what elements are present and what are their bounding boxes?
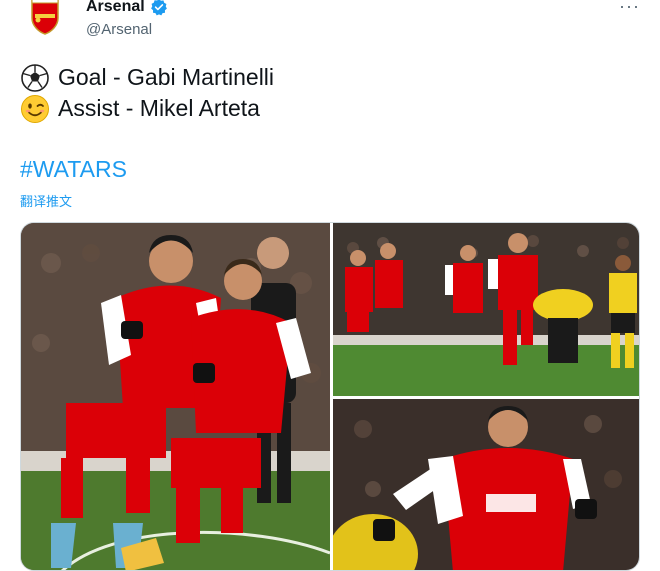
tweet: Arsenal @Arsenal ··· Goal - Gabi Martine…	[0, 0, 660, 571]
photo-celebration-pair[interactable]	[21, 223, 330, 570]
tweet-line-assist: Assist - Mikel Arteta	[20, 93, 274, 124]
tweet-line-text: Goal - Gabi Martinelli	[58, 64, 275, 90]
photo-celebration-closeup[interactable]	[333, 399, 639, 570]
media-grid	[20, 222, 640, 571]
tweet-line-goal: Goal - Gabi Martinelli	[20, 62, 274, 93]
tweet-text: Goal - Gabi Martinelli Assist - Mikel Ar…	[20, 62, 274, 124]
display-name[interactable]: Arsenal	[86, 0, 145, 16]
name-row: Arsenal	[86, 0, 168, 16]
tweet-line-text: Assist - Mikel Arteta	[58, 95, 260, 121]
hashtag-link[interactable]: #WATARS	[20, 156, 127, 183]
handle[interactable]: @Arsenal	[86, 21, 152, 38]
winking-face-icon	[20, 94, 50, 124]
arsenal-crest-icon	[31, 0, 59, 35]
more-icon[interactable]: ···	[619, 0, 640, 17]
translate-link[interactable]: 翻译推文	[20, 191, 72, 210]
avatar[interactable]	[20, 0, 70, 38]
verified-badge-icon	[150, 0, 168, 16]
soccer-ball-icon	[20, 63, 50, 93]
photo-celebration-pitch[interactable]	[333, 223, 639, 396]
